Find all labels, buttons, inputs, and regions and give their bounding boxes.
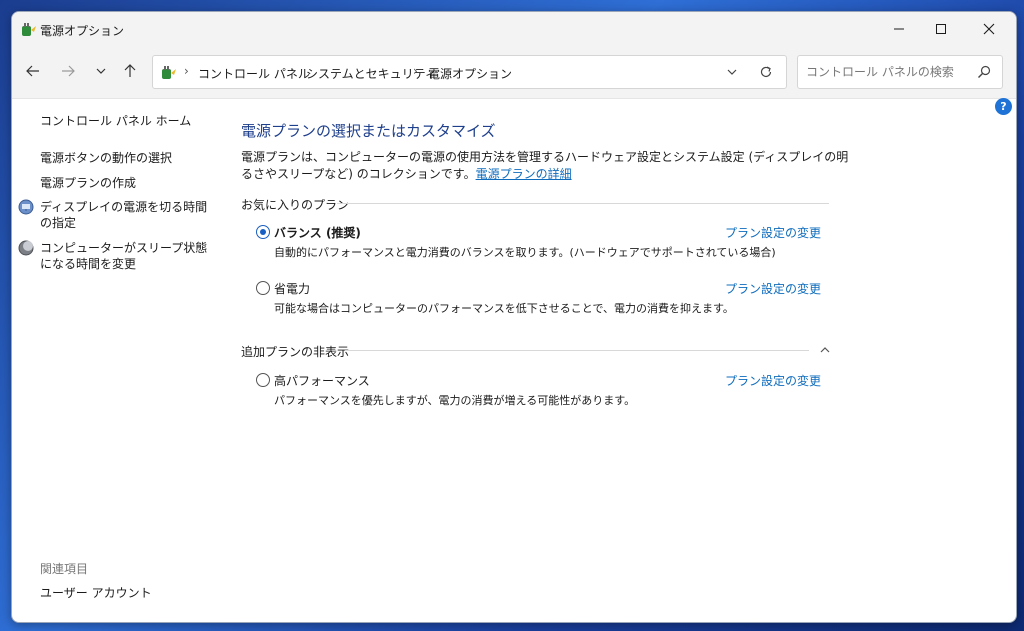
recent-locations-button[interactable] bbox=[90, 60, 112, 82]
arrow-right-icon bbox=[62, 65, 75, 77]
up-button[interactable] bbox=[119, 60, 141, 82]
hidden-plans-heading: 追加プランの非表示 bbox=[241, 345, 350, 359]
sidebar-create-power-plan[interactable]: 電源プランの作成 bbox=[40, 175, 136, 191]
sleep-moon-icon bbox=[18, 240, 34, 256]
window-title: 電源オプション bbox=[40, 24, 125, 38]
favorites-divider bbox=[337, 203, 829, 204]
address-bar[interactable]: › コントロール パネル › システムとセキュリティ › 電源オプション bbox=[152, 55, 787, 89]
search-input[interactable] bbox=[804, 62, 968, 82]
chevron-down-icon bbox=[96, 68, 106, 74]
plan-radio-balanced[interactable] bbox=[256, 225, 270, 239]
hidden-plans-divider bbox=[345, 350, 809, 351]
navigation-bar: › コントロール パネル › システムとセキュリティ › 電源オプション bbox=[12, 46, 1016, 99]
close-button[interactable] bbox=[966, 12, 1012, 46]
maximize-button[interactable] bbox=[918, 12, 964, 46]
plan-radio-power-saver[interactable] bbox=[256, 281, 270, 295]
breadcrumb-separator: › bbox=[184, 64, 189, 78]
sidebar-sleep-time[interactable]: コンピューターがスリープ状態になる時間を変更 bbox=[40, 240, 215, 272]
back-button[interactable] bbox=[22, 60, 44, 82]
plan-name-high-performance[interactable]: 高パフォーマンス bbox=[274, 372, 370, 389]
maximize-icon bbox=[936, 24, 946, 34]
arrow-up-icon bbox=[124, 64, 136, 77]
help-button[interactable]: ? bbox=[995, 98, 1012, 115]
plan-name-balanced[interactable]: バランス (推奨) bbox=[274, 224, 361, 241]
sidebar-user-accounts[interactable]: ユーザー アカウント bbox=[40, 585, 152, 601]
sidebar-display-off-time[interactable]: ディスプレイの電源を切る時間の指定 bbox=[40, 199, 215, 231]
search-box[interactable] bbox=[797, 55, 1003, 89]
control-panel-icon bbox=[162, 66, 176, 79]
minimize-button[interactable] bbox=[876, 12, 922, 46]
change-plan-settings-high-performance[interactable]: プラン設定の変更 bbox=[725, 372, 821, 389]
plan-description-power-saver: 可能な場合はコンピューターのパフォーマンスを低下させることで、電力の消費を抑えま… bbox=[274, 302, 734, 315]
breadcrumb-separator: › bbox=[413, 64, 418, 78]
change-plan-settings-power-saver[interactable]: プラン設定の変更 bbox=[725, 280, 821, 297]
search-icon[interactable] bbox=[976, 64, 992, 80]
power-options-app-icon bbox=[22, 23, 36, 36]
sidebar-control-panel-home[interactable]: コントロール パネル ホーム bbox=[40, 113, 191, 129]
arrow-left-icon bbox=[26, 65, 39, 77]
refresh-icon bbox=[760, 66, 772, 78]
collapse-hidden-plans-button[interactable] bbox=[818, 343, 832, 357]
title-bar: 電源オプション bbox=[12, 12, 1016, 46]
power-options-window: 電源オプション › コントロール パネル › システムとセキュリティ › 電源オ… bbox=[11, 11, 1017, 623]
page-title: 電源プランの選択またはカスタマイズ bbox=[241, 122, 496, 140]
power-plan-details-link[interactable]: 電源プランの詳細 bbox=[476, 167, 572, 181]
plan-name-power-saver[interactable]: 省電力 bbox=[274, 280, 310, 297]
breadcrumb-power-options[interactable]: 電源オプション bbox=[428, 65, 512, 82]
help-icon: ? bbox=[1000, 100, 1007, 113]
change-plan-settings-balanced[interactable]: プラン設定の変更 bbox=[725, 224, 821, 241]
minimize-icon bbox=[894, 28, 904, 30]
refresh-button[interactable] bbox=[757, 63, 775, 81]
display-timer-icon bbox=[18, 199, 34, 215]
address-dropdown-button[interactable] bbox=[723, 63, 741, 81]
chevron-down-icon bbox=[727, 69, 737, 75]
sidebar-power-button-action[interactable]: 電源ボタンの動作の選択 bbox=[40, 150, 172, 166]
plan-description-high-performance: パフォーマンスを優先しますが、電力の消費が増える可能性があります。 bbox=[274, 394, 636, 407]
close-icon bbox=[983, 23, 995, 35]
chevron-up-icon bbox=[820, 347, 830, 353]
forward-button[interactable] bbox=[57, 60, 79, 82]
plan-description-balanced: 自動的にパフォーマンスと電力消費のバランスを取ります。(ハードウェアでサポートさ… bbox=[274, 246, 776, 259]
breadcrumb-separator: › bbox=[291, 64, 296, 78]
page-description: 電源プランは、コンピューターの電源の使用方法を管理するハードウェア設定とシステム… bbox=[241, 149, 851, 183]
favorites-heading: お気に入りのプラン bbox=[241, 198, 350, 212]
plan-radio-high-performance[interactable] bbox=[256, 373, 270, 387]
related-heading: 関連項目 bbox=[40, 562, 89, 576]
